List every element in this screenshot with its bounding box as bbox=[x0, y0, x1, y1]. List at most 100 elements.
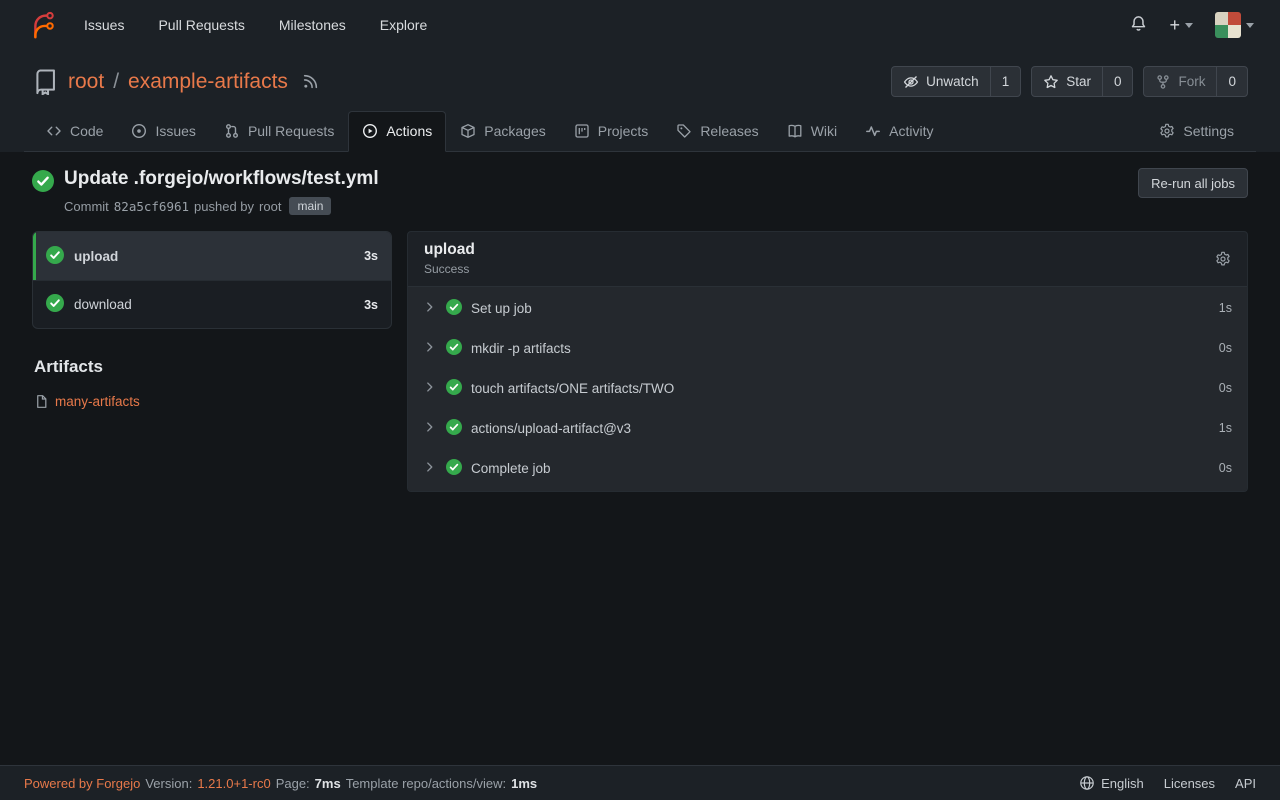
step-row-touch-artifacts[interactable]: touch artifacts/ONE artifacts/TWO 0s bbox=[408, 368, 1247, 408]
branch-badge[interactable]: main bbox=[289, 197, 331, 215]
job-detail-header: upload Success bbox=[408, 232, 1247, 286]
tab-label: Pull Requests bbox=[248, 123, 334, 139]
play-circle-icon bbox=[362, 123, 378, 139]
step-label: mkdir -p artifacts bbox=[471, 341, 571, 356]
step-row-set-up-job[interactable]: Set up job 1s bbox=[408, 288, 1247, 328]
tab-label: Wiki bbox=[811, 123, 837, 139]
nav-pull-requests[interactable]: Pull Requests bbox=[158, 17, 244, 33]
version-link[interactable]: 1.21.0+1-rc0 bbox=[197, 776, 270, 791]
tab-packages[interactable]: Packages bbox=[446, 111, 559, 152]
chevron-down-icon bbox=[1246, 23, 1254, 32]
tab-code[interactable]: Code bbox=[32, 111, 117, 152]
tab-label: Settings bbox=[1183, 123, 1234, 139]
chevron-right-icon[interactable] bbox=[423, 460, 437, 477]
language-label: English bbox=[1101, 776, 1144, 791]
repo-owner-link[interactable]: root bbox=[68, 70, 104, 94]
tab-label: Code bbox=[70, 123, 103, 139]
plus-icon: + bbox=[1169, 16, 1180, 34]
step-row-upload-artifact[interactable]: actions/upload-artifact@v3 1s bbox=[408, 408, 1247, 448]
star-button[interactable]: Star bbox=[1032, 67, 1102, 96]
api-link[interactable]: API bbox=[1235, 776, 1256, 791]
chevron-right-icon[interactable] bbox=[423, 300, 437, 317]
run-title: Update .forgejo/workflows/test.yml bbox=[64, 168, 379, 190]
page-time-value: 7ms bbox=[315, 776, 341, 791]
stars-count[interactable]: 0 bbox=[1102, 67, 1133, 96]
file-icon bbox=[34, 394, 49, 409]
globe-icon bbox=[1079, 775, 1095, 791]
repo-header: root / example-artifacts U bbox=[0, 50, 1280, 152]
tab-label: Actions bbox=[386, 123, 432, 139]
bell-icon bbox=[1130, 15, 1147, 35]
repo-tab-bar: Code Issues Pull Requests Actions Packag… bbox=[24, 111, 1256, 152]
page-footer: Powered by Forgejo Version: 1.21.0+1-rc0… bbox=[0, 765, 1280, 800]
template-time-label: Template repo/actions/view: bbox=[346, 776, 506, 791]
fork-icon bbox=[1155, 74, 1171, 90]
fork-button-group: Fork 0 bbox=[1143, 66, 1248, 97]
step-success-icon bbox=[446, 339, 462, 358]
watchers-count[interactable]: 1 bbox=[990, 67, 1021, 96]
create-new-menu[interactable]: + bbox=[1169, 16, 1193, 34]
user-menu[interactable] bbox=[1215, 12, 1254, 38]
project-board-icon bbox=[574, 123, 590, 139]
step-label: touch artifacts/ONE artifacts/TWO bbox=[471, 381, 674, 396]
star-label: Star bbox=[1066, 74, 1091, 89]
tab-pull-requests[interactable]: Pull Requests bbox=[210, 111, 348, 152]
job-options-gear-icon[interactable] bbox=[1215, 251, 1231, 267]
artifact-link-many-artifacts[interactable]: many-artifacts bbox=[34, 394, 140, 409]
licenses-link[interactable]: Licenses bbox=[1164, 776, 1215, 791]
tab-settings[interactable]: Settings bbox=[1145, 111, 1248, 152]
job-success-icon bbox=[46, 246, 64, 267]
tab-actions[interactable]: Actions bbox=[348, 111, 446, 152]
tab-releases[interactable]: Releases bbox=[662, 111, 772, 152]
tab-activity[interactable]: Activity bbox=[851, 111, 947, 152]
forks-count[interactable]: 0 bbox=[1216, 67, 1247, 96]
chevron-down-icon bbox=[1185, 23, 1193, 32]
tab-issues[interactable]: Issues bbox=[117, 111, 209, 152]
watch-button-group: Unwatch 1 bbox=[891, 66, 1021, 97]
fork-label: Fork bbox=[1178, 74, 1205, 89]
pusher-link[interactable]: root bbox=[259, 199, 281, 214]
jobs-sidebar: upload 3s download 3s Artifacts many-art… bbox=[32, 231, 392, 412]
rerun-all-jobs-label: Re-run all jobs bbox=[1151, 176, 1235, 191]
rss-icon[interactable] bbox=[302, 73, 319, 90]
tab-label: Activity bbox=[889, 123, 933, 139]
language-menu[interactable]: English bbox=[1079, 775, 1144, 791]
job-detail-panel: upload Success Set up job 1s mkdir -p ar… bbox=[407, 231, 1248, 492]
commit-sha-link[interactable]: 82a5cf6961 bbox=[114, 199, 189, 214]
run-success-icon bbox=[32, 168, 54, 195]
artifact-name: many-artifacts bbox=[55, 394, 140, 409]
pulse-icon bbox=[865, 123, 881, 139]
nav-milestones[interactable]: Milestones bbox=[279, 17, 346, 33]
repo-name-link[interactable]: example-artifacts bbox=[128, 70, 288, 94]
tab-wiki[interactable]: Wiki bbox=[773, 111, 851, 152]
job-duration: 3s bbox=[364, 298, 378, 312]
unwatch-button[interactable]: Unwatch bbox=[892, 67, 990, 96]
job-steps-list: Set up job 1s mkdir -p artifacts 0s touc… bbox=[408, 286, 1247, 491]
tab-label: Packages bbox=[484, 123, 545, 139]
chevron-right-icon[interactable] bbox=[423, 420, 437, 437]
chevron-right-icon[interactable] bbox=[423, 340, 437, 357]
step-success-icon bbox=[446, 459, 462, 478]
tab-label: Releases bbox=[700, 123, 758, 139]
gear-icon bbox=[1159, 123, 1175, 139]
tab-projects[interactable]: Projects bbox=[560, 111, 663, 152]
job-row-upload[interactable]: upload 3s bbox=[33, 232, 391, 280]
notifications-button[interactable] bbox=[1130, 15, 1147, 35]
fork-button[interactable]: Fork bbox=[1144, 67, 1216, 96]
navbar-right: + bbox=[1130, 12, 1254, 38]
step-row-mkdir[interactable]: mkdir -p artifacts 0s bbox=[408, 328, 1247, 368]
avatar bbox=[1215, 12, 1241, 38]
nav-issues[interactable]: Issues bbox=[84, 17, 124, 33]
issue-icon bbox=[131, 123, 147, 139]
forgejo-logo[interactable] bbox=[26, 10, 56, 40]
tab-label: Projects bbox=[598, 123, 649, 139]
chevron-right-icon[interactable] bbox=[423, 380, 437, 397]
step-row-complete-job[interactable]: Complete job 0s bbox=[408, 448, 1247, 488]
job-row-download[interactable]: download 3s bbox=[33, 280, 391, 328]
artifacts-heading: Artifacts bbox=[34, 357, 392, 377]
powered-by-forgejo-link[interactable]: Powered by Forgejo bbox=[24, 776, 140, 791]
rerun-all-jobs-button[interactable]: Re-run all jobs bbox=[1138, 168, 1248, 198]
nav-explore[interactable]: Explore bbox=[380, 17, 427, 33]
step-duration: 0s bbox=[1219, 461, 1232, 475]
pushed-by-label: pushed by bbox=[194, 199, 254, 214]
